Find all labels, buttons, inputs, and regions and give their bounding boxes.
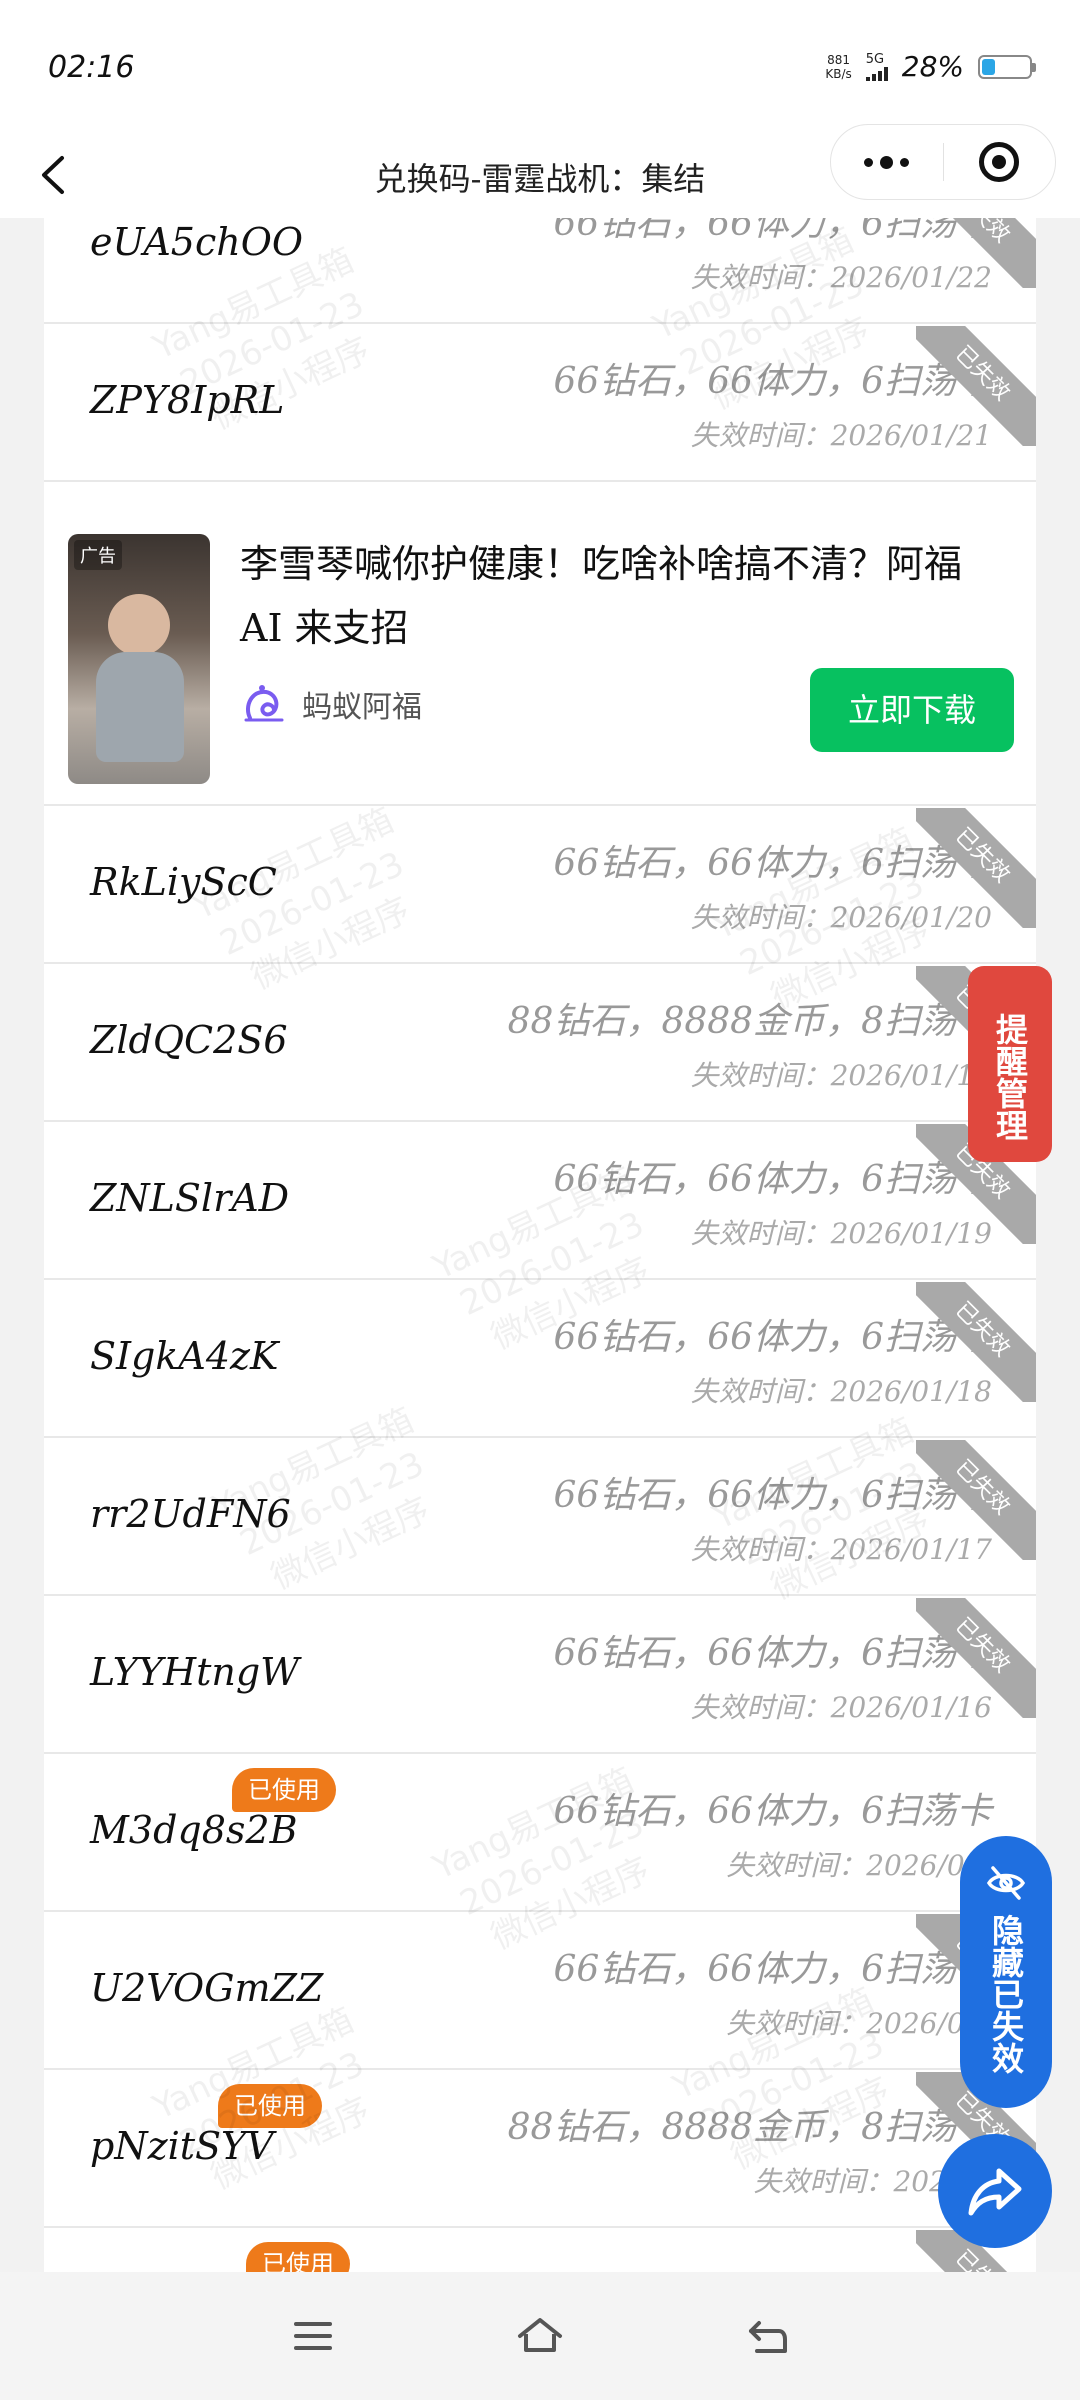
expire-text: 失效时间：2026/01/22 [690, 261, 992, 294]
system-nav-bar [0, 2272, 1080, 2400]
ad-image[interactable]: 广告 [68, 534, 210, 784]
nav-bar: 兑换码-雷霆战机：集结 [0, 124, 1080, 218]
expire-text: 失效时间：2026/01/21 [690, 419, 992, 452]
expire-text: 失效时间：2026/01/ [726, 1849, 992, 1882]
used-badge: 已使用 [246, 2242, 350, 2272]
more-button[interactable] [831, 155, 943, 169]
expire-text: 失效时间：2026/01/18 [690, 1375, 992, 1408]
expire-text: 失效时间：2026/01/ [726, 2007, 992, 2040]
reward-text: 66钻石，66体力，6扫荡卡 [553, 1159, 992, 1200]
redeem-code[interactable]: SIgkA4zK [90, 1334, 278, 1378]
redeem-code[interactable]: LYYHtngW [90, 1650, 299, 1694]
share-arrow-icon [968, 2168, 1022, 2216]
code-list: eUA5chOO 66钻石，66体力，6扫荡卡 失效时间：2026/01/22 … [44, 218, 1036, 2272]
redeem-code[interactable]: rr2UdFN6 [90, 1492, 291, 1536]
list-item[interactable]: SIgkA4zK 66钻石，66体力，6扫荡卡 失效时间：2026/01/18 … [44, 1282, 1036, 1438]
signal-icon: 5G [865, 52, 888, 81]
list-item[interactable]: 已使用 pNzitSYV 88钻石，8888金币，8扫荡卡 失效时间：2026/… [44, 2072, 1036, 2228]
status-time: 02:16 [48, 50, 135, 85]
ad-title[interactable]: 李雪琴喊你护健康！吃啥补啥搞不清？阿福 AI 来支招 [240, 532, 1000, 660]
home-button[interactable] [510, 2306, 570, 2366]
reward-text: 66钻石，66体力，6扫荡卡 [553, 843, 992, 884]
home-icon [517, 2318, 562, 2352]
list-item[interactable]: RkLiyScC 66钻石，66体力，6扫荡卡 失效时间：2026/01/20 … [44, 808, 1036, 964]
battery-icon [978, 54, 1036, 79]
remind-manage-button[interactable]: 提醒管理 [968, 966, 1052, 1162]
used-badge: 已使用 [218, 2084, 322, 2128]
reward-text: 66钻石，66体力，6扫荡卡 [553, 1633, 992, 1674]
expire-text: 失效时间：2026/01/16 [690, 1691, 992, 1724]
back-arrow-icon [748, 2321, 787, 2353]
menu-button[interactable] [283, 2306, 343, 2366]
list-item[interactable]: U2VOGmZZ 66钻石，66体力，6扫荡卡 失效时间：2026/01/ 已失… [44, 1914, 1036, 2070]
redeem-code[interactable]: ZPY8IpRL [90, 378, 284, 422]
battery-level [982, 58, 995, 75]
redeem-code[interactable]: U2VOGmZZ [90, 1966, 323, 2010]
list-item[interactable]: 已使用 已失效 [44, 2230, 1036, 2272]
redeem-code[interactable]: RkLiyScC [90, 860, 277, 904]
target-close-icon [979, 142, 1020, 182]
ad-banner[interactable]: 广告 李雪琴喊你护健康！吃啥补啥搞不清？阿福 AI 来支招 蚂蚁阿福 立即下载 [44, 510, 1036, 806]
ad-tag: 广告 [74, 540, 122, 570]
redeem-code[interactable]: pNzitSYV [90, 2124, 274, 2168]
list-item[interactable]: ZNLSlrAD 66钻石，66体力，6扫荡卡 失效时间：2026/01/19 … [44, 1124, 1036, 1280]
battery-percent: 28% [901, 50, 964, 83]
list-item[interactable]: ZldQC2S6 88钻石，8888金币，8扫荡卡 失效时间：2026/01/1… [44, 966, 1036, 1122]
reward-text: 66钻石，66体力，6扫荡卡 [553, 218, 992, 244]
reward-text: 66钻石，66体力，6扫荡卡 [553, 1791, 992, 1832]
reward-text: 66钻石，66体力，6扫荡卡 [553, 361, 992, 402]
eye-off-icon [986, 1866, 1026, 1900]
list-item[interactable]: rr2UdFN6 66钻石，66体力，6扫荡卡 失效时间：2026/01/17 … [44, 1440, 1036, 1596]
redeem-code[interactable]: M3dq8s2B [90, 1808, 298, 1852]
reward-text: 88钻石，8888金币，8扫荡卡 [507, 2107, 992, 2148]
list-item[interactable]: LYYHtngW 66钻石，66体力，6扫荡卡 失效时间：2026/01/16 … [44, 1598, 1036, 1754]
net-speed: 881 KB/s [825, 52, 852, 81]
reward-text: 88钻石，8888金币，8扫荡卡 [507, 1001, 992, 1042]
hide-expired-button[interactable]: 隐藏已失效 [960, 1836, 1052, 2108]
expire-text: 失效时间：2026/01/19 [690, 1059, 992, 1092]
reward-text: 66钻石，66体力，6扫荡卡 [553, 1317, 992, 1358]
redeem-code[interactable]: ZldQC2S6 [90, 1018, 288, 1062]
mini-program-capsule [830, 124, 1056, 200]
redeem-code[interactable]: eUA5chOO [90, 220, 303, 264]
ad-brand-name: 蚂蚁阿福 [302, 690, 422, 725]
expire-text: 失效时间：2026/01/17 [690, 1533, 992, 1566]
expire-text: 失效时间：2026/01/20 [690, 901, 992, 934]
menu-icon [294, 2322, 333, 2350]
reward-text: 66钻石，66体力，6扫荡卡 [553, 1475, 992, 1516]
reward-text: 66钻石，66体力，6扫荡卡 [553, 1949, 992, 1990]
redeem-code[interactable]: ZNLSlrAD [90, 1176, 289, 1220]
expire-text: 失效时间：2026/01/19 [690, 1217, 992, 1250]
download-button[interactable]: 立即下载 [810, 668, 1014, 752]
hide-expired-label: 隐藏已失效 [987, 1914, 1025, 2074]
list-item[interactable]: eUA5chOO 66钻石，66体力，6扫荡卡 失效时间：2026/01/22 … [44, 218, 1036, 324]
list-item[interactable]: 已使用 M3dq8s2B 66钻石，66体力，6扫荡卡 失效时间：2026/01… [44, 1756, 1036, 1912]
ant-afu-logo-icon [244, 685, 284, 722]
share-button[interactable] [938, 2134, 1052, 2248]
used-badge: 已使用 [232, 1768, 336, 1812]
ad-brand: 蚂蚁阿福 [240, 680, 422, 728]
more-dots-icon [864, 157, 874, 167]
close-button[interactable] [944, 142, 1056, 182]
status-icons: 881 KB/s 5G 28% [825, 50, 1036, 83]
list-item[interactable]: ZPY8IpRL 66钻石，66体力，6扫荡卡 失效时间：2026/01/21 … [44, 326, 1036, 482]
back-system-button[interactable] [737, 2306, 797, 2366]
status-bar: 02:16 881 KB/s 5G 28% [0, 0, 1080, 132]
